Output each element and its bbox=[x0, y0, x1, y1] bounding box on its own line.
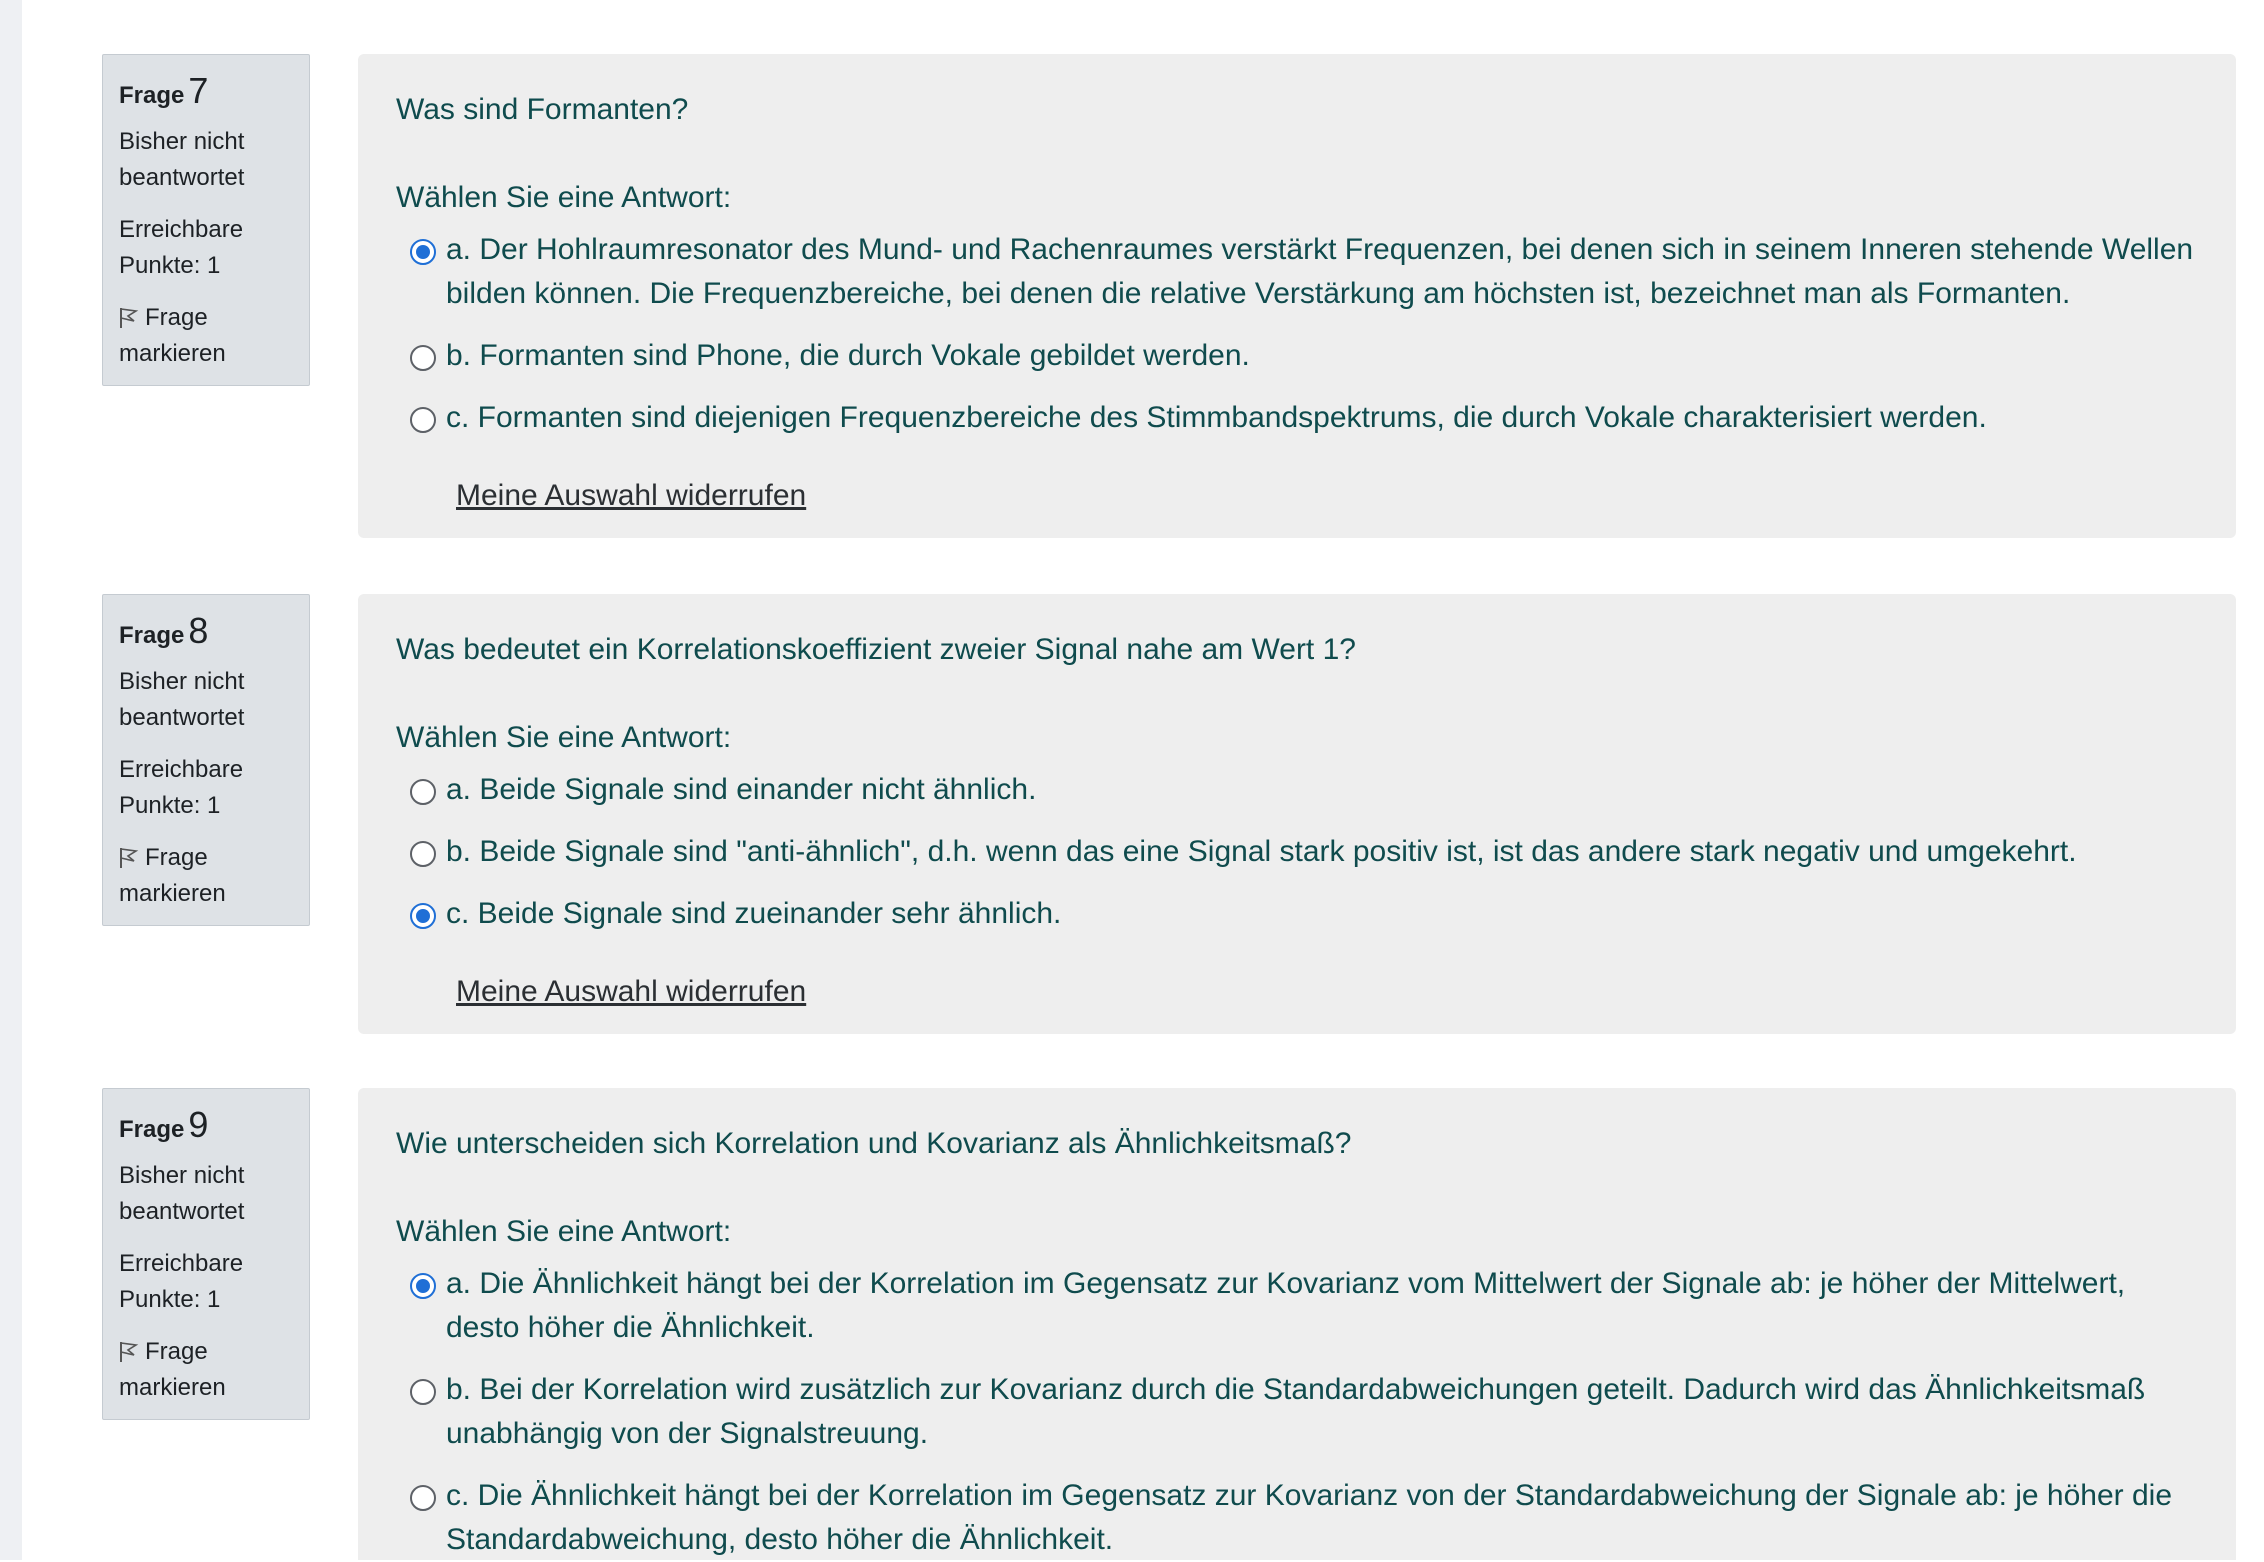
answer-option-c[interactable]: c. Beide Signale sind zueinander sehr äh… bbox=[396, 892, 2198, 936]
clear-choice-link[interactable]: Meine Auswahl widerrufen bbox=[456, 476, 806, 516]
answer-text-c: c. Beide Signale sind zueinander sehr äh… bbox=[446, 897, 1062, 930]
flag-icon bbox=[120, 1342, 139, 1363]
question-text: Was sind Formanten? bbox=[396, 93, 689, 126]
answer-option-b[interactable]: b. Formanten sind Phone, die durch Vokal… bbox=[396, 334, 2198, 378]
answer-prompt: Wählen Sie eine Antwort: bbox=[396, 721, 732, 754]
answer-option-a[interactable]: a. Die Ähnlichkeit hängt bei der Korrela… bbox=[396, 1262, 2198, 1350]
question-content: Was sind Formanten? Wählen Sie eine Antw… bbox=[358, 54, 2236, 538]
answer-option-b[interactable]: b. Beide Signale sind "anti-ähnlich", d.… bbox=[396, 830, 2198, 874]
question-text: Wie unterscheiden sich Korrelation und K… bbox=[396, 1127, 1352, 1160]
question-number-label: Frage bbox=[119, 1116, 185, 1143]
question-grade: Erreichbare Punkte: 1 bbox=[119, 216, 244, 280]
question-state: Bisher nicht beantwortet bbox=[119, 128, 245, 192]
radio-button-c[interactable] bbox=[410, 1485, 436, 1511]
flag-icon bbox=[120, 308, 139, 329]
question-info: Frage 9 Bisher nicht beantwortet Erreichb… bbox=[102, 1088, 310, 1420]
question-grade: Erreichbare Punkte: 1 bbox=[119, 1250, 244, 1314]
radio-button-a[interactable] bbox=[410, 779, 436, 805]
question-number-value: 8 bbox=[188, 610, 209, 651]
radio-button-c[interactable] bbox=[410, 407, 436, 433]
question-number-value: 9 bbox=[188, 1104, 209, 1145]
question-content: Was bedeutet ein Korrelationskoeffizient… bbox=[358, 594, 2236, 1034]
answer-option-a[interactable]: a. Der Hohlraumresonator des Mund- und R… bbox=[396, 228, 2198, 316]
question-info: Frage 7 Bisher nicht beantwortet Erreichb… bbox=[102, 54, 310, 386]
radio-button-c[interactable] bbox=[410, 903, 436, 929]
answer-text-c: c. Formanten sind diejenigen Frequenzber… bbox=[446, 401, 1987, 434]
question-number-label: Frage bbox=[119, 622, 185, 649]
answer-prompt: Wählen Sie eine Antwort: bbox=[396, 181, 732, 214]
flag-icon bbox=[120, 848, 139, 869]
answer-prompt: Wählen Sie eine Antwort: bbox=[396, 1215, 732, 1248]
radio-button-a[interactable] bbox=[410, 1273, 436, 1299]
radio-button-a[interactable] bbox=[410, 239, 436, 265]
radio-button-b[interactable] bbox=[410, 841, 436, 867]
answer-text-a: a. Beide Signale sind einander nicht ähn… bbox=[446, 773, 1037, 806]
page-left-edge bbox=[0, 0, 22, 1560]
answer-option-a[interactable]: a. Beide Signale sind einander nicht ähn… bbox=[396, 768, 2198, 812]
question-info: Frage 8 Bisher nicht beantwortet Erreichb… bbox=[102, 594, 310, 926]
flag-question-button[interactable]: Frage markieren bbox=[119, 840, 293, 912]
question-grade: Erreichbare Punkte: 1 bbox=[119, 756, 244, 820]
answer-option-c[interactable]: c. Die Ähnlichkeit hängt bei der Korrela… bbox=[396, 1474, 2198, 1562]
answer-text-c: c. Die Ähnlichkeit hängt bei der Korrela… bbox=[446, 1479, 2173, 1556]
answer-text-a: a. Der Hohlraumresonator des Mund- und R… bbox=[446, 233, 2194, 310]
answer-text-b: b. Bei der Korrelation wird zusätzlich z… bbox=[446, 1373, 2146, 1450]
radio-button-b[interactable] bbox=[410, 345, 436, 371]
question-number: Frage 7 bbox=[119, 69, 293, 112]
flag-question-button[interactable]: Frage markieren bbox=[119, 300, 293, 372]
radio-button-b[interactable] bbox=[410, 1379, 436, 1405]
question-content: Wie unterscheiden sich Korrelation und K… bbox=[358, 1088, 2236, 1560]
question-number-value: 7 bbox=[188, 70, 209, 111]
question-state: Bisher nicht beantwortet bbox=[119, 668, 245, 732]
question-number: Frage 9 bbox=[119, 1103, 293, 1146]
answer-option-c[interactable]: c. Formanten sind diejenigen Frequenzber… bbox=[396, 396, 2198, 440]
answer-text-a: a. Die Ähnlichkeit hängt bei der Korrela… bbox=[446, 1267, 2126, 1344]
question-state: Bisher nicht beantwortet bbox=[119, 1162, 245, 1226]
answer-text-b: b. Beide Signale sind "anti-ähnlich", d.… bbox=[446, 835, 2077, 868]
question-number: Frage 8 bbox=[119, 609, 293, 652]
question-text: Was bedeutet ein Korrelationskoeffizient… bbox=[396, 633, 1356, 666]
answer-option-b[interactable]: b. Bei der Korrelation wird zusätzlich z… bbox=[396, 1368, 2198, 1456]
clear-choice-link[interactable]: Meine Auswahl widerrufen bbox=[456, 972, 806, 1012]
question-number-label: Frage bbox=[119, 82, 185, 109]
flag-question-button[interactable]: Frage markieren bbox=[119, 1334, 293, 1406]
answer-text-b: b. Formanten sind Phone, die durch Vokal… bbox=[446, 339, 1250, 372]
